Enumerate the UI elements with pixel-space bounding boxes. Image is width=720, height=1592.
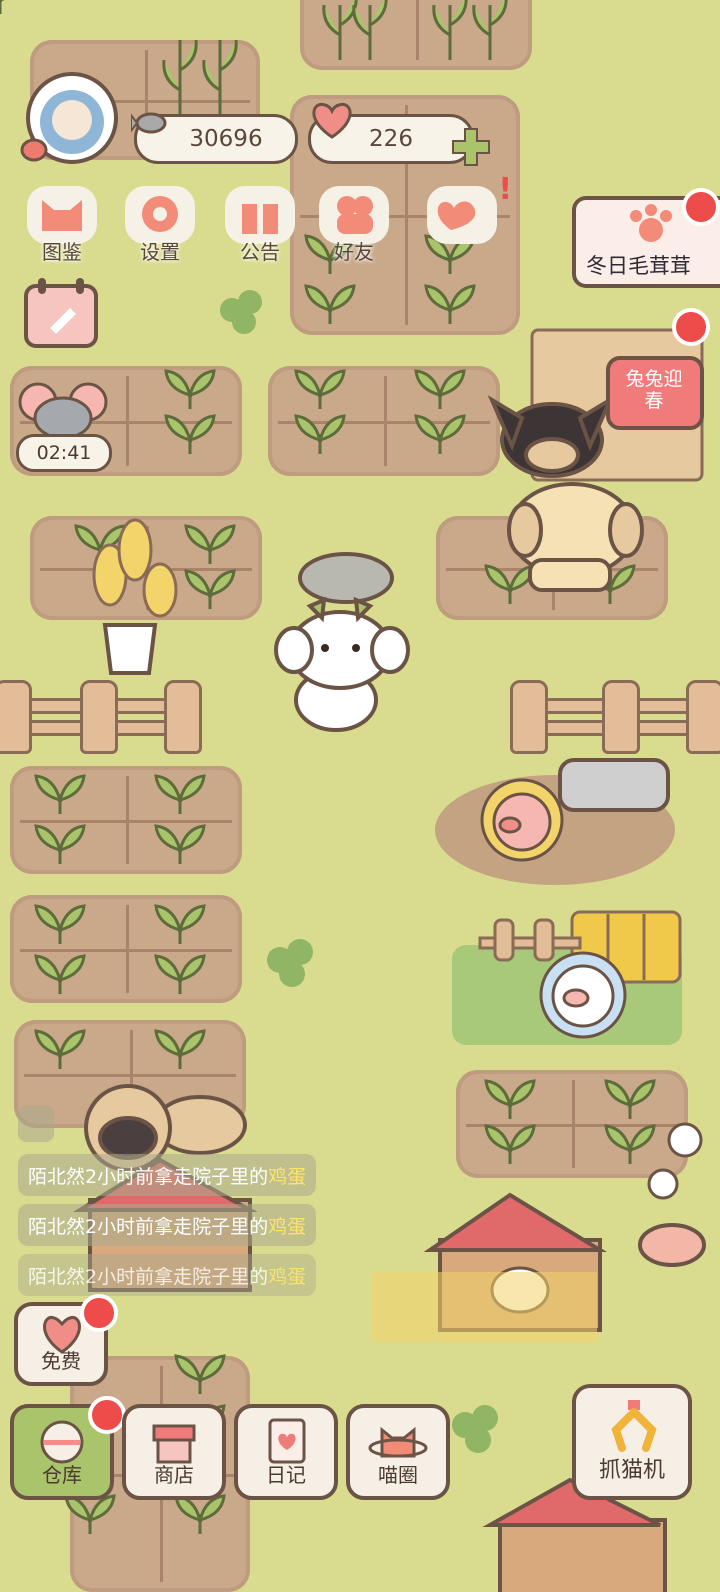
add-hearts-icon[interactable] [451,127,491,173]
meow-circle-button[interactable]: 喵圈 [346,1404,450,1500]
notification-badge [682,188,720,226]
alert-icon: ! [498,172,512,207]
rabbit-event-label: 兔兔迎春 [625,368,683,412]
warehouse-button[interactable]: 仓库 [10,1396,126,1500]
free-button[interactable]: 免费 [14,1294,118,1386]
menu-label: 公告 [240,240,280,264]
menu-label: 设置 [140,240,180,264]
shop-button[interactable]: 商店 [122,1404,226,1500]
heart-value: 226 [369,126,413,152]
diary-label: 日记 [266,1463,306,1487]
claw-machine-label: 抓猫机 [598,1458,665,1483]
winter-event-label: 冬日毛茸茸 [586,254,691,278]
claw-machine-button[interactable]: 抓猫机 [572,1384,692,1500]
timer-text: 02:41 [16,434,112,472]
warehouse-label: 仓库 [42,1463,82,1487]
white-dog [274,596,410,732]
notification-badge [80,1294,118,1332]
menu-label: 图鉴 [42,240,82,264]
notification-badge [88,1396,126,1434]
mouse-icon [18,382,108,440]
menu-friends-button[interactable]: 好友 [310,186,398,264]
notice-item: 陌北然2小时前拿走院子里的 鸡蛋 [18,1154,317,1196]
meow-circle-label: 喵圈 [378,1463,418,1487]
avatar[interactable] [12,70,122,170]
winter-event-button[interactable]: 冬日毛茸茸 [572,188,720,288]
free-label: 免费 [41,1349,81,1373]
calendar-icon [24,278,98,348]
heart-face-icon [309,101,355,147]
notice-item: 陌北然2小时前拿走院子里的 鸡蛋 [18,1204,317,1246]
notification-badge [672,308,710,346]
claw-icon [611,1400,657,1452]
menu-label: 好友 [334,240,374,264]
hearts-icon [437,201,476,230]
menu-hearts-button[interactable]: ! [418,172,512,264]
coin-counter[interactable]: 30696 [130,112,298,164]
heart-counter[interactable]: 226 [308,102,490,166]
notice-toggle[interactable] [18,1106,54,1142]
menu-collection-button[interactable]: 图鉴 [18,186,106,264]
menu-announcement-button[interactable]: 公告 [216,186,304,264]
diary-button[interactable]: 日记 [234,1404,338,1500]
fish-icon [130,103,171,149]
menu-settings-button[interactable]: 设置 [116,186,204,264]
paw-icon [630,204,672,242]
notice-item: 陌北然2小时前拿走院子里的 鸡蛋 [18,1254,317,1296]
shop-label: 商店 [154,1463,194,1487]
coin-value: 30696 [189,126,263,152]
mouse-timer[interactable]: 02:41 [14,378,114,472]
rabbit-event-button[interactable]: 兔兔迎春 [606,308,710,430]
calendar-button[interactable] [22,276,100,350]
